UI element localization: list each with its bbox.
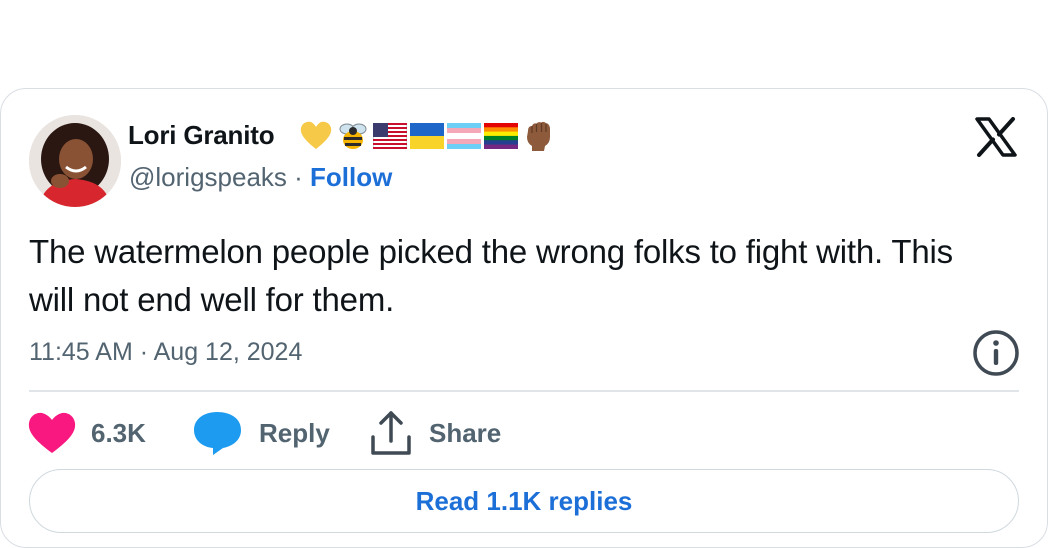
like-count: 6.3K	[91, 417, 146, 448]
reply-label: Reply	[259, 417, 330, 448]
info-icon[interactable]	[971, 328, 1021, 378]
author-handle-row: @lorigspeaks · Follow	[129, 162, 392, 193]
tweet-card: Lori Granito @lorigspeaks · Follow The w…	[0, 88, 1048, 548]
avatar-image	[29, 115, 121, 207]
read-replies-button[interactable]: Read 1.1K replies	[29, 469, 1019, 533]
avatar[interactable]	[29, 115, 121, 207]
raised-fist-icon	[527, 121, 550, 151]
x-logo-icon[interactable]	[975, 117, 1017, 157]
share-label: Share	[429, 417, 502, 448]
reply-button[interactable]: Reply	[193, 407, 330, 459]
bee-icon	[339, 123, 367, 149]
ukraine-flag-icon	[410, 123, 444, 149]
reply-bubble-icon	[194, 412, 241, 455]
handle-separator: ·	[286, 162, 311, 192]
yellow-heart-icon	[300, 121, 332, 149]
us-flag-icon	[373, 123, 407, 149]
author-display-name[interactable]: Lori Granito	[128, 120, 275, 151]
like-button[interactable]: 6.3K	[27, 407, 146, 459]
profile-badges	[299, 118, 555, 154]
divider	[29, 390, 1019, 392]
heart-icon	[28, 412, 76, 453]
author-handle[interactable]: @lorigspeaks	[129, 162, 287, 192]
share-button[interactable]: Share	[369, 407, 501, 459]
follow-button[interactable]: Follow	[310, 162, 392, 192]
transgender-flag-icon	[447, 123, 481, 149]
share-icon	[371, 411, 411, 455]
tweet-timestamp[interactable]: 11:45 AM · Aug 12, 2024	[29, 338, 302, 367]
rainbow-flag-icon	[484, 123, 518, 149]
tweet-text: The watermelon people picked the wrong f…	[29, 233, 953, 318]
